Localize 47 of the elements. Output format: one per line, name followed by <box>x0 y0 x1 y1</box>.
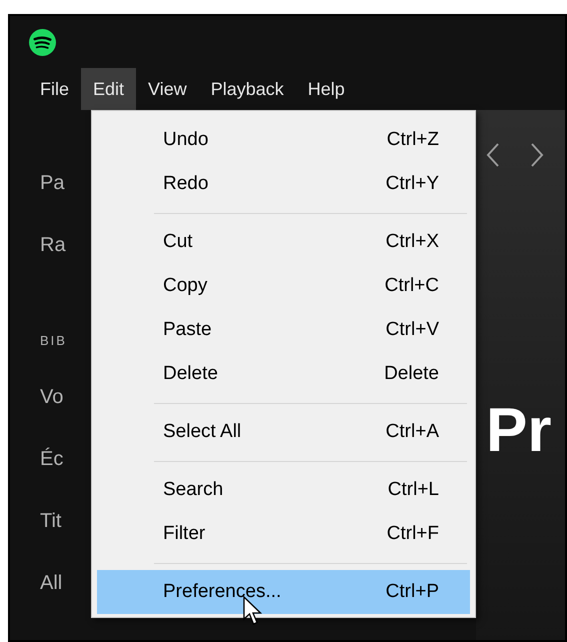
menu-item-label: Delete <box>163 362 218 386</box>
menu-item-label: Cut <box>163 230 193 254</box>
shortcut-label: Ctrl+X <box>386 230 439 254</box>
shortcut-label: Ctrl+L <box>388 478 439 502</box>
shortcut-label: Ctrl+V <box>386 318 439 342</box>
sidebar-item[interactable]: Pa <box>40 168 64 198</box>
music-logo-icon <box>29 28 56 56</box>
menu-item-label: Redo <box>163 172 208 196</box>
menu-item-label: Paste <box>163 318 212 342</box>
menu-item-label: Undo <box>163 128 208 152</box>
menu-bar-item[interactable]: Playback <box>198 68 296 110</box>
sidebar-item[interactable]: Ra <box>40 230 66 260</box>
menu-item[interactable]: Delete Delete <box>97 352 470 396</box>
shortcut-label: Ctrl+F <box>386 522 439 546</box>
menu-item[interactable]: Filter Ctrl+F <box>97 512 470 556</box>
sidebar-section-title: BIB <box>40 332 67 350</box>
menu-item[interactable]: Search Ctrl+L <box>97 468 470 512</box>
mouse-cursor-icon <box>243 596 263 626</box>
menu-item-label: Copy <box>163 274 208 298</box>
menu-bar-item[interactable]: View <box>136 68 199 110</box>
menu-item[interactable]: Copy Ctrl+C <box>97 264 470 308</box>
menu-item[interactable]: Cut Ctrl+X <box>97 220 470 264</box>
sidebar-item[interactable]: Tit <box>40 506 62 536</box>
menu-item-label: Filter <box>163 522 206 546</box>
sidebar-item[interactable]: All <box>40 568 62 598</box>
menu-bar-item[interactable]: Edit <box>81 68 136 110</box>
menu-item-label: Select All <box>163 420 242 444</box>
shortcut-label: Ctrl+Z <box>386 128 439 152</box>
shortcut-label: Ctrl+Y <box>386 172 439 196</box>
menu-item[interactable]: Paste Ctrl+V <box>97 308 470 352</box>
menu-item[interactable]: Undo Ctrl+Z <box>97 118 470 162</box>
menu-bar-item[interactable]: File <box>28 68 82 110</box>
sidebar-item[interactable]: Éc <box>40 444 64 474</box>
menu-item[interactable]: Redo Ctrl+Y <box>97 162 470 206</box>
page-heading: Pr <box>486 400 552 462</box>
menu-bar-item[interactable]: Help <box>296 68 357 110</box>
shortcut-label: Delete <box>384 362 439 386</box>
shortcut-label: Ctrl+A <box>386 420 439 444</box>
menu-item[interactable]: Preferences... Ctrl+P <box>97 570 470 614</box>
menu-item-label: Preferences... <box>163 580 282 604</box>
shortcut-label: Ctrl+C <box>384 274 439 298</box>
sidebar-item[interactable]: Vo <box>40 382 64 412</box>
back-chevron-icon[interactable] <box>486 142 500 168</box>
forward-chevron-icon[interactable] <box>530 142 544 168</box>
menu-item-label: Search <box>163 478 224 502</box>
shortcut-label: Ctrl+P <box>386 580 439 604</box>
menu-item[interactable]: Select All Ctrl+A <box>97 410 470 454</box>
